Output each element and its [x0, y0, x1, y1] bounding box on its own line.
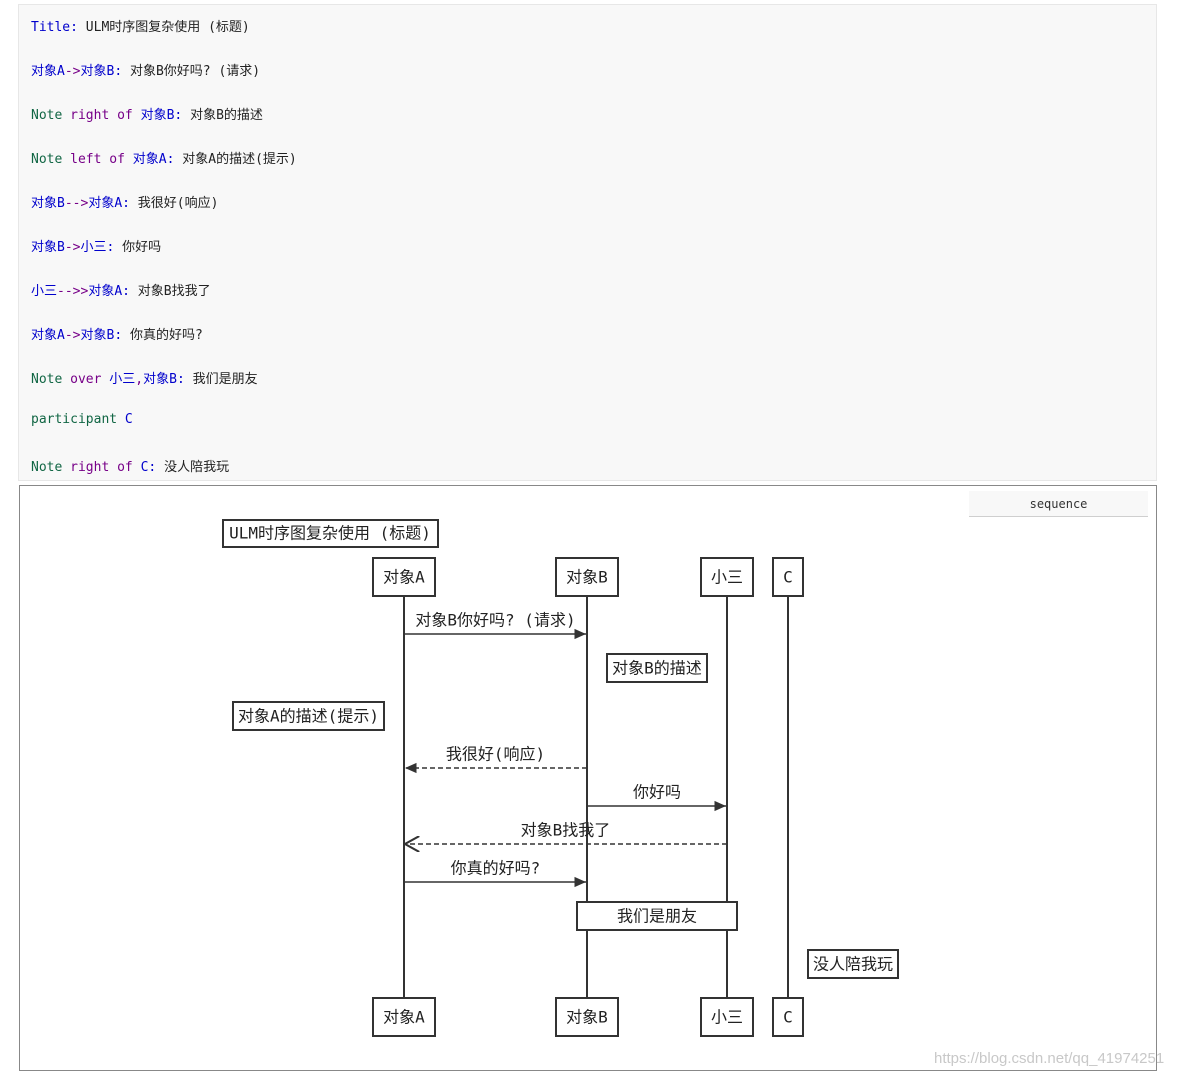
- diagram-title: ULM时序图复杂使用 (标题): [229, 524, 431, 543]
- message-label: 对象B找我了: [521, 821, 611, 840]
- note-label: 没人陪我玩: [813, 955, 893, 974]
- participant-label: 小三: [711, 1008, 743, 1027]
- participant-label: C: [783, 568, 793, 587]
- note-label: 对象A的描述(提示): [238, 707, 379, 726]
- watermark: https://blog.csdn.net/qq_41974251: [934, 1050, 1165, 1067]
- participant-label: 对象A: [383, 568, 425, 587]
- participant-label: 对象B: [566, 568, 608, 587]
- sequence-diagram: ULM时序图复杂使用 (标题)对象A对象A对象B对象B小三小三CC对象B你好吗?…: [222, 519, 899, 1037]
- participant-label: 对象A: [383, 1008, 425, 1027]
- note-label: 对象B的描述: [612, 659, 702, 678]
- note-label: 我们是朋友: [617, 907, 697, 926]
- participant-label: 小三: [711, 568, 743, 587]
- message-label: 你好吗: [633, 783, 681, 802]
- message-label: 我很好(响应): [446, 745, 545, 764]
- participant-label: C: [783, 1008, 793, 1027]
- participant-label: 对象B: [566, 1008, 608, 1027]
- message-label: 你真的好吗?: [451, 859, 541, 878]
- message-label: 对象B你好吗? (请求): [415, 611, 575, 630]
